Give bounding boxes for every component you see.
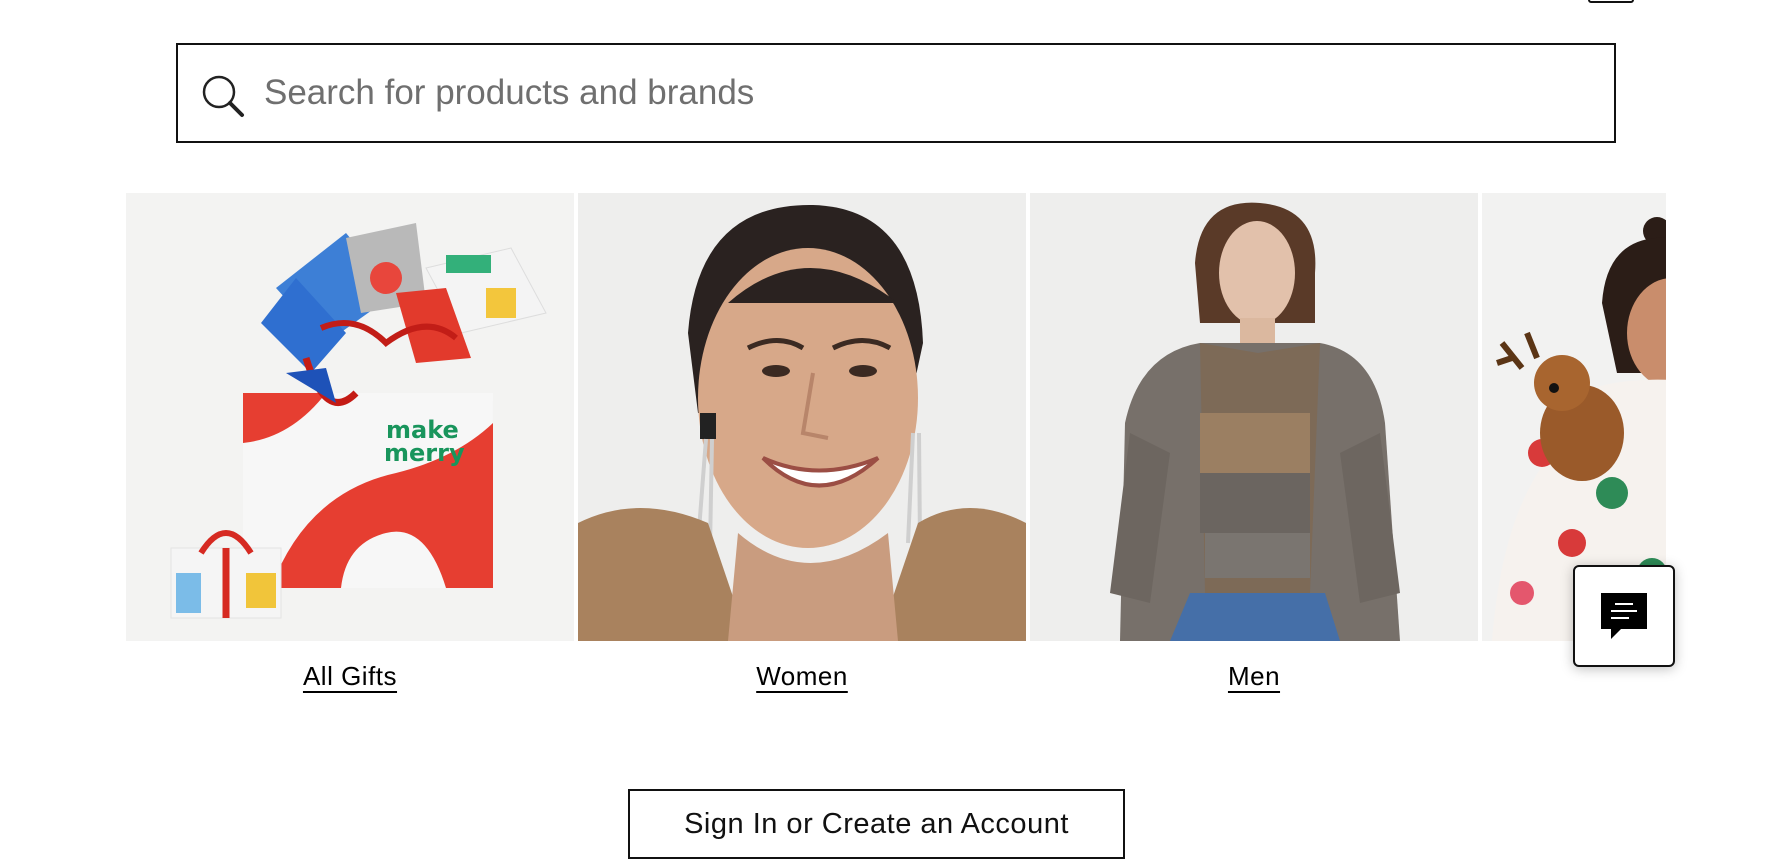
chat-button[interactable] [1573,565,1675,667]
search-bar[interactable] [176,43,1616,143]
svg-text:merry: merry [384,439,465,467]
man-image[interactable] [1030,193,1478,641]
category-tile-men[interactable]: Men [1030,193,1478,691]
category-label-all-gifts[interactable]: All Gifts [126,661,574,692]
category-label-women[interactable]: Women [578,661,1026,692]
category-label-men[interactable]: Men [1030,661,1478,692]
sign-in-button[interactable]: Sign In or Create an Account [628,789,1125,859]
search-input[interactable] [264,45,1594,141]
man-portrait-illustration [1030,193,1478,641]
header-icon-fragment[interactable] [1588,0,1634,3]
woman-image[interactable] [578,193,1026,641]
search-icon [202,75,244,117]
category-tile-women[interactable]: Women [578,193,1026,691]
category-tile-all-gifts[interactable]: make merry All Gifts [126,193,574,691]
woman-portrait-illustration [578,193,1026,641]
category-carousel[interactable]: make merry All Gifts Women Men [126,193,1666,713]
gift-bag-image[interactable]: make merry [126,193,574,641]
gift-bag-illustration: make merry [126,193,574,641]
chat-bubble-icon [1601,593,1647,639]
